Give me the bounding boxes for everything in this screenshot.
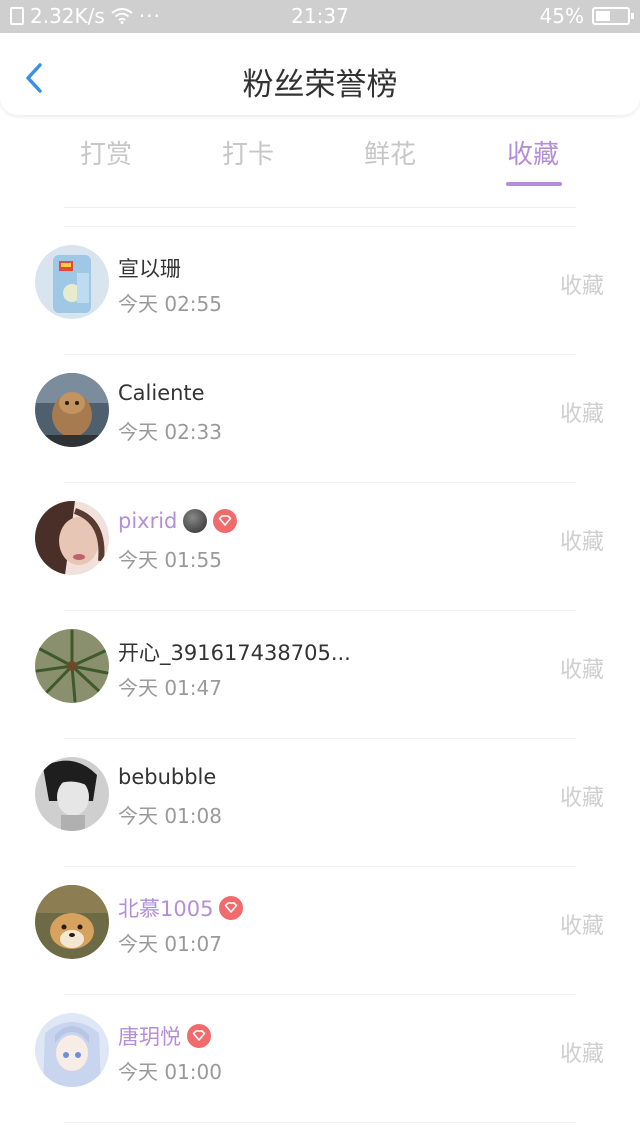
- fan-name: Caliente: [118, 381, 205, 405]
- tab-flowers[interactable]: 鲜花: [330, 134, 450, 171]
- row-divider: [64, 354, 576, 355]
- list-item[interactable]: 宣以珊 今天 02:55 收藏: [0, 226, 640, 354]
- favorite-label: 收藏: [559, 786, 604, 811]
- list-item[interactable]: 唐玥悦 今天 01:00 收藏: [0, 994, 640, 1122]
- row-divider: [64, 1122, 576, 1123]
- tab-reward[interactable]: 打赏: [46, 134, 166, 171]
- status-right: 45%: [539, 4, 634, 28]
- list-end: [0, 1122, 640, 1142]
- avatar[interactable]: [35, 629, 109, 703]
- fan-name: 宣以珊: [118, 257, 181, 281]
- list-item[interactable]: 北慕1005 今天 01:07 收藏: [0, 866, 640, 994]
- favorite-label: 收藏: [559, 530, 604, 555]
- favorite-label: 收藏: [559, 914, 604, 939]
- fan-time: 今天 01:47: [118, 676, 222, 700]
- fan-name: bebubble: [118, 765, 217, 789]
- fan-time: 今天 01:00: [118, 1060, 222, 1084]
- avatar[interactable]: [35, 501, 109, 575]
- tabs-divider: [64, 207, 576, 208]
- tab-favorites[interactable]: 收藏: [473, 134, 593, 171]
- status-bar: 2.32K/s ··· 21:37 45%: [0, 0, 640, 33]
- avatar[interactable]: [35, 373, 109, 447]
- avatar[interactable]: [35, 245, 109, 319]
- avatar[interactable]: [35, 1013, 109, 1087]
- tab-bar: 打赏 打卡 鲜花 收藏: [0, 130, 640, 190]
- fan-list: 宣以珊 今天 02:55 收藏 Caliente 今天 02:33 收藏 pix…: [0, 226, 640, 1142]
- row-divider: [64, 994, 576, 995]
- list-item[interactable]: 开心_391617438705... 今天 01:47 收藏: [0, 610, 640, 738]
- tab-checkin[interactable]: 打卡: [188, 134, 308, 171]
- avatar[interactable]: [35, 885, 109, 959]
- fan-time: 今天 01:07: [118, 932, 222, 956]
- vip-badge-icon: [219, 896, 244, 920]
- battery-percent: 45%: [539, 4, 584, 28]
- favorite-label: 收藏: [559, 274, 604, 299]
- fan-time: 今天 01:08: [118, 804, 222, 828]
- fan-name: 北慕1005: [118, 893, 244, 923]
- vip-badge-icon: [187, 1024, 211, 1048]
- row-divider: [64, 482, 576, 483]
- row-divider: [64, 610, 576, 611]
- fan-time: 今天 01:55: [118, 548, 222, 572]
- row-divider: [64, 226, 576, 227]
- moon-face-emoji-icon: [183, 509, 208, 533]
- fan-time: 今天 02:55: [118, 292, 222, 316]
- avatar[interactable]: [35, 757, 109, 831]
- list-item[interactable]: bebubble 今天 01:08 收藏: [0, 738, 640, 866]
- active-tab-indicator: [506, 182, 562, 186]
- fan-time: 今天 02:33: [118, 420, 222, 444]
- fan-name: 开心_391617438705...: [118, 641, 351, 665]
- favorite-label: 收藏: [559, 402, 604, 427]
- favorite-label: 收藏: [559, 658, 604, 683]
- battery-icon: [592, 7, 634, 25]
- favorite-label: 收藏: [559, 1042, 604, 1067]
- fan-name: 唐玥悦: [118, 1021, 211, 1051]
- row-divider: [64, 866, 576, 867]
- list-item[interactable]: pixrid 今天 01:55 收藏: [0, 482, 640, 610]
- list-item[interactable]: Caliente 今天 02:33 收藏: [0, 354, 640, 482]
- page-title: 粉丝荣誉榜: [242, 67, 398, 103]
- vip-badge-icon: [213, 509, 238, 533]
- header: 粉丝荣誉榜: [0, 33, 640, 115]
- row-divider: [64, 738, 576, 739]
- fan-name: pixrid: [118, 509, 238, 533]
